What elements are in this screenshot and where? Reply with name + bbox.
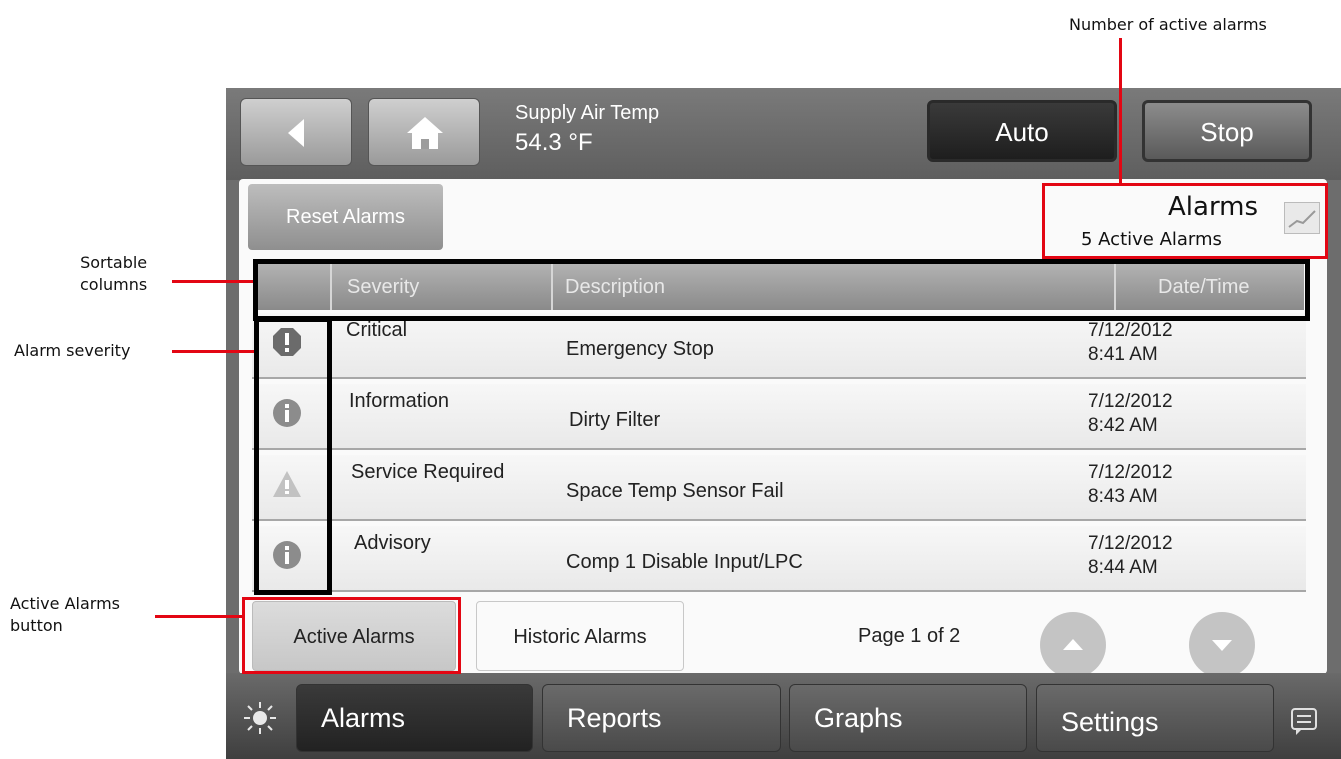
alarm-time: 8:41 AM (1088, 344, 1158, 365)
supply-air-temp-value: 54.3 °F (515, 129, 593, 156)
page-indicator: Page 1 of 2 (858, 625, 961, 647)
up-arrow-icon (1063, 639, 1083, 650)
alarm-severity: Service Required (351, 461, 505, 483)
home-icon (407, 117, 443, 149)
callout-line-severity (172, 350, 254, 353)
annotation-sortable-line1: Sortable (80, 253, 148, 272)
alarm-severity: Advisory (354, 532, 431, 554)
alarm-datetime: 7/12/2012 8:44 AM (1088, 532, 1173, 580)
stop-button[interactable]: Stop (1142, 100, 1312, 162)
alarm-datetime: 7/12/2012 8:43 AM (1088, 461, 1173, 509)
annotation-sortable-columns: Sortable columns (80, 252, 147, 296)
home-button[interactable] (368, 98, 480, 166)
alarm-row[interactable]: Information Dirty Filter 7/12/2012 8:42 … (252, 384, 1306, 450)
alarm-time: 8:42 AM (1088, 415, 1158, 436)
supply-air-temp-label: Supply Air Temp (515, 102, 660, 124)
callout-line-sortable (172, 280, 258, 283)
page-up-button[interactable] (1040, 612, 1106, 678)
page-down-button[interactable] (1189, 612, 1255, 678)
nav-tab-settings[interactable]: Settings (1036, 684, 1274, 752)
historic-alarms-tab[interactable]: Historic Alarms (476, 601, 684, 671)
alarm-row[interactable]: Service Required Space Temp Sensor Fail … (252, 455, 1306, 521)
annotation-sortable-line2: columns (80, 275, 148, 294)
alarm-time: 8:43 AM (1088, 486, 1158, 507)
annotation-alarm-severity: Alarm severity (14, 341, 131, 360)
callout-box-sortable-columns (253, 259, 1310, 321)
annotation-active-alarm-count: Number of active alarms (1069, 15, 1267, 34)
alarm-datetime: 7/12/2012 8:42 AM (1088, 390, 1173, 438)
callout-line-count-vertical (1119, 38, 1122, 186)
callout-box-severity-column (254, 317, 332, 595)
annotation-active-alarms-button: Active Alarms button (10, 593, 120, 637)
callout-line-active-button (155, 615, 245, 618)
alarm-date: 7/12/2012 (1088, 533, 1173, 554)
alarm-time: 8:44 AM (1088, 557, 1158, 578)
reset-alarms-button[interactable]: Reset Alarms (248, 184, 443, 250)
alarm-date: 7/12/2012 (1088, 391, 1173, 412)
alarm-row[interactable]: Critical Emergency Stop 7/12/2012 8:41 A… (252, 313, 1306, 379)
nav-tab-reports[interactable]: Reports (542, 684, 781, 752)
auto-button[interactable]: Auto (927, 100, 1117, 162)
alarm-description: Comp 1 Disable Input/LPC (566, 551, 803, 573)
alarm-severity: Information (349, 390, 450, 412)
annotation-active-line2: button (10, 616, 63, 635)
alarm-datetime: 7/12/2012 8:41 AM (1088, 319, 1173, 367)
nav-tab-graphs[interactable]: Graphs (789, 684, 1027, 752)
nav-tab-alarms[interactable]: Alarms (296, 684, 533, 752)
callout-box-alarm-count (1042, 183, 1328, 259)
back-button[interactable] (240, 98, 352, 166)
alarm-severity: Critical (346, 319, 408, 341)
alarm-date: 7/12/2012 (1088, 462, 1173, 483)
down-arrow-icon (1212, 640, 1232, 651)
message-icon[interactable] (1288, 705, 1320, 737)
alarm-description: Space Temp Sensor Fail (566, 480, 784, 502)
annotation-active-line1: Active Alarms (10, 594, 120, 613)
alarm-description: Dirty Filter (569, 409, 661, 431)
callout-box-active-alarms (242, 597, 461, 674)
alarm-row[interactable]: Advisory Comp 1 Disable Input/LPC 7/12/2… (252, 526, 1306, 592)
brightness-icon[interactable] (242, 700, 278, 736)
alarm-description: Emergency Stop (566, 338, 714, 360)
alarm-date: 7/12/2012 (1088, 320, 1173, 341)
back-arrow-icon (288, 119, 304, 147)
